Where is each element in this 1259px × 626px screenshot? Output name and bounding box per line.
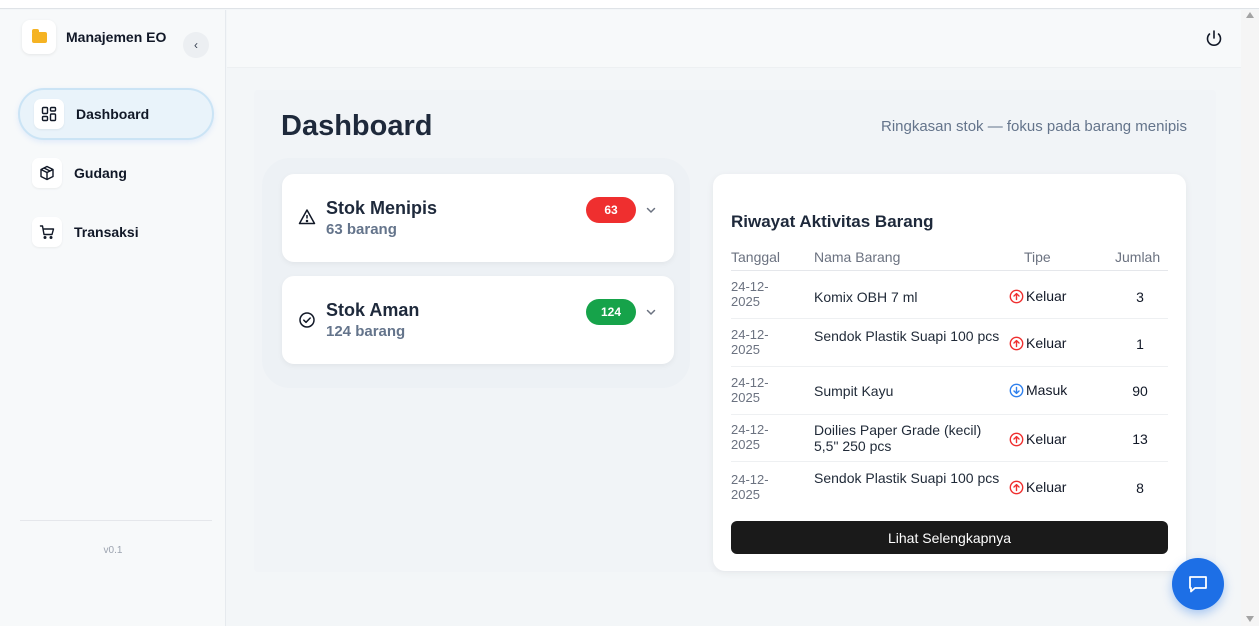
arrow-up-circle-icon <box>1009 432 1024 446</box>
logout-button[interactable] <box>1203 28 1225 50</box>
stock-low-badge: 63 <box>586 197 636 223</box>
row-item-name: Sumpit Kayu <box>814 383 894 399</box>
row-date: 24-12-2025 <box>731 327 769 357</box>
arrow-down-circle-icon <box>1009 383 1024 397</box>
power-icon <box>1206 30 1222 46</box>
row-item-name: Sendok Plastik Suapi 100 pcs <box>814 328 1000 344</box>
check-circle-icon <box>299 312 315 328</box>
table-row: 24-12-2025 Sendok Plastik Suapi 100 pcs … <box>731 319 1168 367</box>
page-title: Dashboard <box>281 110 433 142</box>
row-qty: 13 <box>1132 431 1148 447</box>
stock-low-count: 63 barang <box>326 221 397 238</box>
top-header <box>227 10 1241 68</box>
stock-safe-card[interactable]: Stok Aman 124 barang 124 <box>282 276 674 364</box>
table-row: 24-12-2025 Doilies Paper Grade (kecil) 5… <box>731 414 1168 462</box>
row-type-label: Keluar <box>1026 288 1067 304</box>
chat-button[interactable] <box>1172 558 1224 610</box>
warning-triangle-icon <box>298 209 316 225</box>
cart-icon <box>32 217 62 247</box>
stock-low-title: Stok Menipis <box>326 198 438 218</box>
row-item-name: Sendok Plastik Suapi 100 pcs <box>814 470 1000 486</box>
arrow-up-circle-icon <box>1009 289 1024 303</box>
table-row: 24-12-2025 Sendok Plastik Suapi 100 pcs … <box>731 462 1168 510</box>
folder-icon <box>22 20 56 54</box>
column-header-date: Tanggal <box>731 249 781 265</box>
sidebar-item-label: Transaksi <box>74 224 139 240</box>
column-header-name: Nama Barang <box>814 249 901 265</box>
sidebar-item-transaksi[interactable]: Transaksi <box>18 206 214 258</box>
app-title: Manajemen EO <box>66 29 167 45</box>
row-item-name: Komix OBH 7 ml <box>814 289 918 305</box>
row-type: Keluar <box>1009 335 1066 351</box>
collapse-sidebar-button[interactable]: ‹ <box>183 32 209 58</box>
row-type: Keluar <box>1009 479 1066 495</box>
row-date: 24-12-2025 <box>731 472 769 502</box>
row-type: Keluar <box>1009 288 1066 304</box>
row-type-label: Masuk <box>1026 382 1068 398</box>
chevron-down-icon[interactable] <box>644 305 658 319</box>
stock-safe-badge: 124 <box>586 299 636 325</box>
row-date: 24-12-2025 <box>731 279 769 309</box>
sidebar-divider <box>20 520 212 521</box>
table-row: 24-12-2025 Komix OBH 7 ml Keluar 3 <box>731 271 1168 319</box>
table-row: 24-12-2025 Sumpit Kayu Masuk 90 <box>731 367 1168 415</box>
row-qty: 1 <box>1136 336 1144 352</box>
activity-title: Riwayat Aktivitas Barang <box>731 212 934 231</box>
dashboard-grid-icon <box>34 99 64 129</box>
row-item-name: Doilies Paper Grade (kecil) 5,5" 250 pcs <box>814 422 982 454</box>
app-version: v0.1 <box>103 545 123 556</box>
column-header-qty: Jumlah <box>1115 249 1161 265</box>
brand: Manajemen EO <box>22 20 166 54</box>
row-type-label: Keluar <box>1026 431 1067 447</box>
page-subtitle: Ringkasan stok — fokus pada barang menip… <box>880 118 1187 135</box>
row-type: Masuk <box>1009 382 1067 398</box>
scroll-down-arrow-icon[interactable] <box>1246 616 1254 622</box>
vertical-scrollbar[interactable] <box>1241 10 1259 626</box>
row-type-label: Keluar <box>1026 335 1067 351</box>
scroll-up-arrow-icon[interactable] <box>1246 12 1254 18</box>
chat-icon <box>1189 576 1207 593</box>
row-date: 24-12-2025 <box>731 422 769 452</box>
sidebar-item-gudang[interactable]: Gudang <box>18 147 214 199</box>
column-header-type: Tipe <box>1024 249 1051 265</box>
row-qty: 8 <box>1136 480 1144 496</box>
box-icon <box>32 158 62 188</box>
row-qty: 90 <box>1132 383 1148 399</box>
row-type-label: Keluar <box>1026 479 1067 495</box>
window-top-bar <box>0 0 1259 9</box>
stock-safe-count: 124 barang <box>326 323 406 340</box>
sidebar-item-label: Dashboard <box>76 106 150 122</box>
see-more-button[interactable]: Lihat Selengkapnya <box>731 521 1168 554</box>
arrow-up-circle-icon <box>1009 336 1024 350</box>
arrow-up-circle-icon <box>1009 480 1024 494</box>
stock-low-card[interactable]: Stok Menipis 63 barang 63 <box>282 174 674 262</box>
sidebar-item-dashboard[interactable]: Dashboard <box>18 88 214 140</box>
row-qty: 3 <box>1136 289 1144 305</box>
chevron-left-icon: ‹ <box>194 38 198 52</box>
row-date: 24-12-2025 <box>731 375 769 405</box>
sidebar-item-label: Gudang <box>74 165 127 181</box>
chevron-down-icon[interactable] <box>644 203 658 217</box>
row-type: Keluar <box>1009 431 1066 447</box>
stock-safe-title: Stok Aman <box>326 300 420 320</box>
